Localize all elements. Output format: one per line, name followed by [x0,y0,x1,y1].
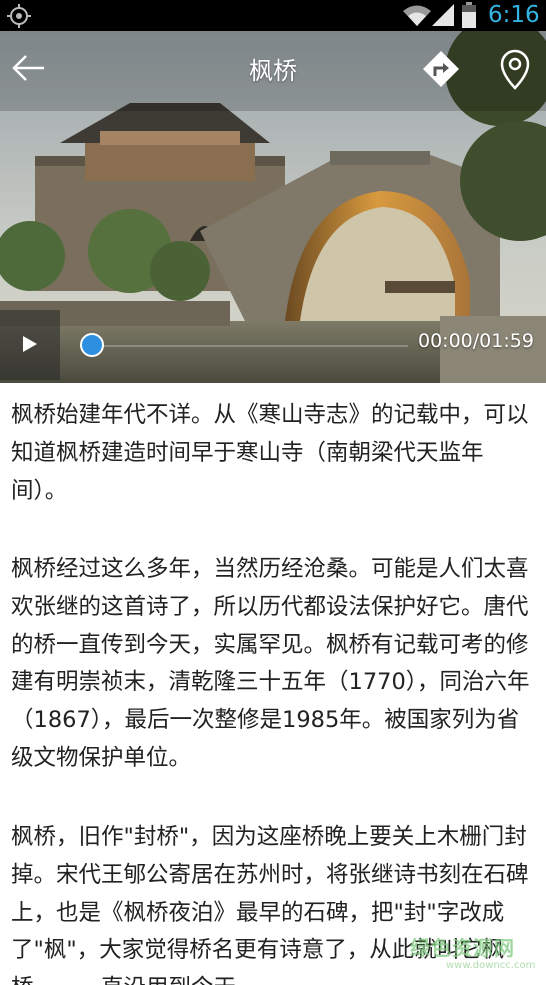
status-bar: 6:16 [0,0,546,31]
article-paragraph: 枫桥，旧作"封桥"，因为这座桥晚上要关上木栅门封掉。宋代王郇公寄居在苏州时，将张… [11,824,529,985]
route-turn-icon[interactable] [420,48,462,90]
wifi-icon [403,5,431,26]
status-time: 6:16 [488,2,540,28]
article-content: 枫桥始建年代不详。从《寒山寺志》的记载中，可以知道枫桥建造时间早于寒山寺（南朝梁… [0,383,546,985]
play-icon [23,336,37,352]
play-button[interactable] [0,310,60,380]
page-title: 枫桥 [249,57,297,85]
arrow-left-icon[interactable] [8,47,50,89]
progress-track[interactable] [92,345,408,347]
top-bar: 枫桥 [0,31,546,111]
location-icon [7,4,31,28]
article-paragraph: 枫桥经过这么多年，当然历经沧桑。可能是人们太喜欢张继的这首诗了，所以历代都设法保… [11,556,530,771]
article-paragraph: 枫桥始建年代不详。从《寒山寺志》的记载中，可以知道枫桥建造时间早于寒山寺（南朝梁… [11,402,529,504]
player-time: 00:00/01:59 [418,330,534,352]
audio-player: 00:00/01:59 [0,304,546,380]
signal-icon [432,4,454,26]
battery-icon [462,2,476,28]
progress-thumb[interactable] [80,333,104,357]
map-pin-icon[interactable] [494,46,536,92]
